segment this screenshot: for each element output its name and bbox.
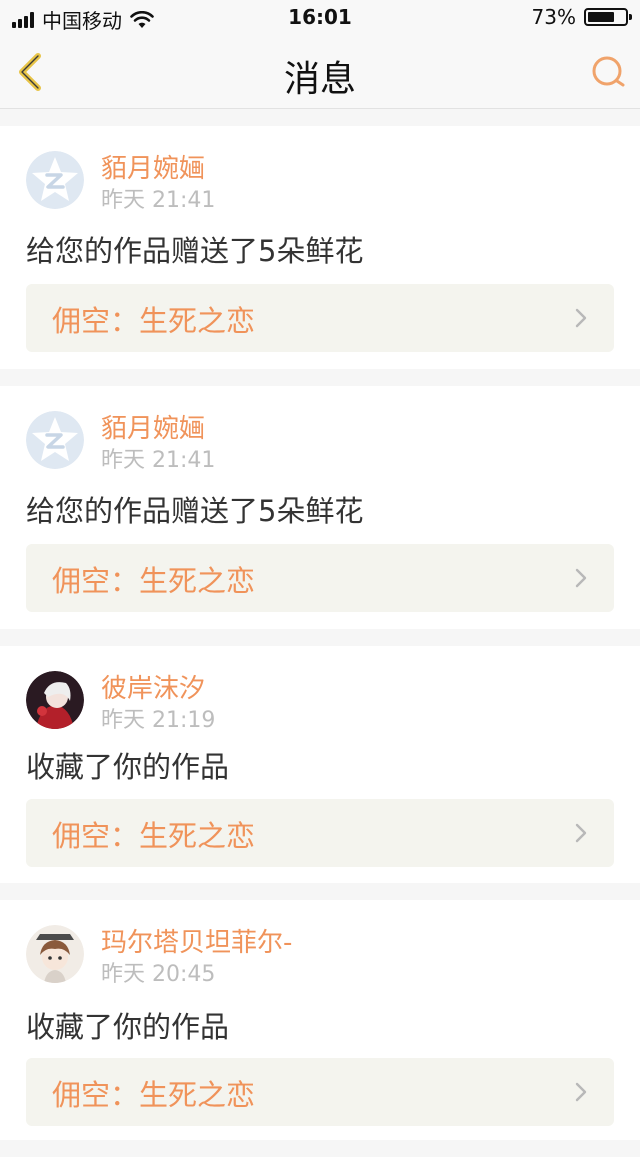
- status-bar: 中国移动 16:01 73%: [0, 0, 640, 34]
- chevron-right-icon: [575, 308, 587, 328]
- message-time: 昨天 20:45: [101, 962, 216, 987]
- anime-avatar-icon: [26, 671, 84, 729]
- message-time: 昨天 21:41: [101, 448, 216, 473]
- work-title: 佣空：生死之恋: [52, 1078, 256, 1112]
- avatar[interactable]: [26, 925, 84, 983]
- work-link[interactable]: 佣空：生死之恋: [26, 284, 614, 352]
- page-title: 消息: [283, 59, 356, 100]
- avatar[interactable]: [26, 151, 84, 209]
- nav-bar: 消息: [0, 34, 640, 109]
- message-item[interactable]: 貊月婉婳 昨天 21:41 给您的作品赠送了5朵鲜花 佣空：生死之恋: [0, 386, 640, 629]
- message-item[interactable]: 貊月婉婳 昨天 21:41 给您的作品赠送了5朵鲜花 佣空：生死之恋: [0, 126, 640, 369]
- default-avatar-icon: [26, 151, 84, 209]
- anime-avatar-icon: [26, 925, 84, 983]
- message-list: 貊月婉婳 昨天 21:41 给您的作品赠送了5朵鲜花 佣空：生死之恋 貊月婉婳 …: [0, 126, 640, 1157]
- username[interactable]: 玛尔塔贝坦菲尔-: [101, 922, 292, 959]
- message-item[interactable]: 彼岸沫汐 昨天 21:19 收藏了你的作品 佣空：生死之恋: [0, 646, 640, 883]
- work-link[interactable]: 佣空：生死之恋: [26, 544, 614, 612]
- avatar[interactable]: [26, 411, 84, 469]
- chevron-right-icon: [575, 568, 587, 588]
- work-title: 佣空：生死之恋: [52, 304, 256, 338]
- avatar[interactable]: [26, 671, 84, 729]
- message-time: 昨天 21:19: [101, 708, 216, 733]
- username[interactable]: 彼岸沫汐: [101, 668, 205, 705]
- work-title: 佣空：生死之恋: [52, 564, 256, 598]
- work-link[interactable]: 佣空：生死之恋: [26, 799, 614, 867]
- message-time: 昨天 21:41: [101, 188, 216, 213]
- message-item[interactable]: 玛尔塔贝坦菲尔- 昨天 20:45 收藏了你的作品 佣空：生死之恋: [0, 900, 640, 1140]
- chevron-right-icon: [575, 1082, 587, 1102]
- message-text: 给您的作品赠送了5朵鲜花: [26, 494, 364, 528]
- status-right: 73%: [531, 5, 632, 29]
- username[interactable]: 貊月婉婳: [101, 148, 205, 185]
- default-avatar-icon: [26, 411, 84, 469]
- battery-percent: 73%: [531, 5, 576, 29]
- battery-icon: [584, 8, 632, 26]
- message-text: 给您的作品赠送了5朵鲜花: [26, 234, 364, 268]
- username[interactable]: 貊月婉婳: [101, 408, 205, 445]
- work-link[interactable]: 佣空：生死之恋: [26, 1058, 614, 1126]
- work-title: 佣空：生死之恋: [52, 819, 256, 853]
- search-icon[interactable]: [590, 54, 626, 90]
- message-text: 收藏了你的作品: [26, 1010, 230, 1044]
- chevron-right-icon: [575, 823, 587, 843]
- message-text: 收藏了你的作品: [26, 750, 230, 784]
